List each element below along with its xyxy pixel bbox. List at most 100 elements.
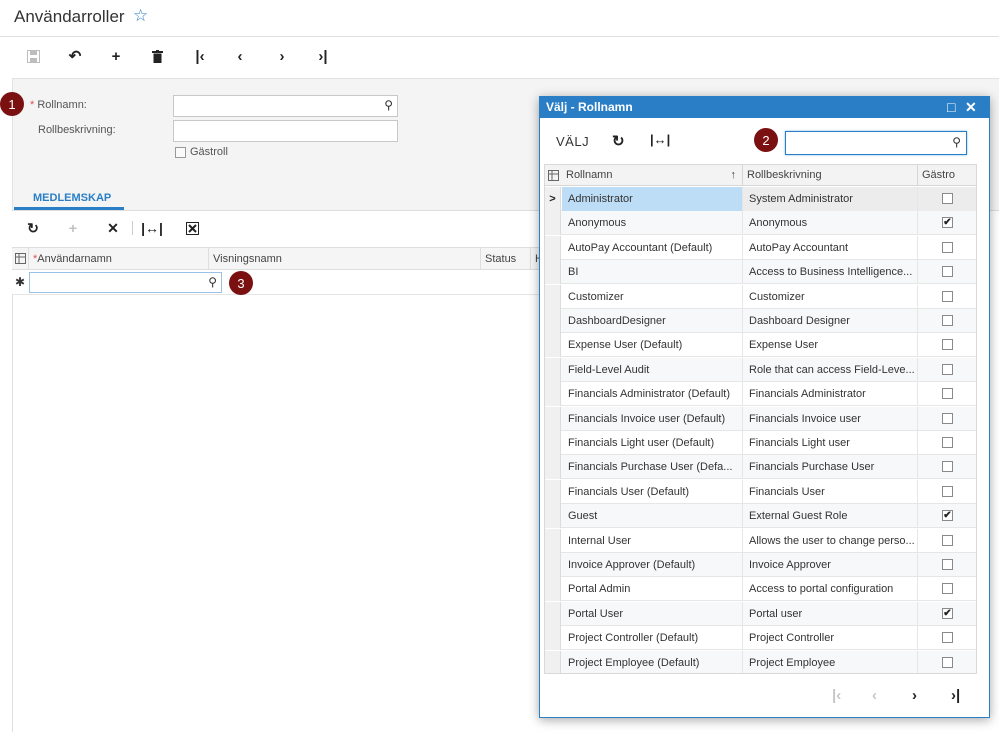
table-row[interactable]: AutoPay Accountant (Default) AutoPay Acco… [545,235,976,260]
fit-columns-icon[interactable]: |↔| [650,132,670,147]
row-selector[interactable] [545,650,561,673]
column-display-name[interactable]: Visningsnamn [208,248,480,270]
row-selector[interactable] [545,479,561,504]
guest-checkbox[interactable] [942,485,953,497]
last-page-icon[interactable]: ›| [311,45,335,67]
column-settings-icon[interactable] [548,170,559,184]
table-row[interactable]: Internal User Allows the user to change p… [545,528,976,553]
table-row[interactable]: Customizer Customizer [545,284,976,309]
role-name-cell[interactable]: Field-Level Audit [562,358,742,382]
guest-checkbox[interactable] [942,437,953,448]
add-row-icon[interactable]: + [62,218,84,238]
table-row[interactable]: Portal User Portal user ✔ [545,601,976,626]
dialog-titlebar[interactable]: Välj - Rollnamn □ ✕ [540,97,989,118]
row-selector[interactable] [545,235,561,260]
guest-checkbox[interactable] [942,632,953,644]
row-selector[interactable] [545,382,561,407]
close-icon[interactable]: ✕ [965,99,977,116]
search-icon[interactable]: ⚲ [952,135,961,149]
table-row[interactable]: Financials Light user (Default) Financial… [545,431,976,455]
row-selector[interactable] [545,333,561,358]
table-row[interactable]: Invoice Approver (Default) Invoice Approv… [545,553,976,577]
table-row[interactable]: Project Controller (Default) Project Cont… [545,626,976,651]
column-username[interactable]: *Användarnamn [28,248,208,270]
search-icon[interactable]: ⚲ [384,98,393,112]
table-row[interactable]: Financials Invoice user (Default) Financi… [545,406,976,431]
role-name-cell[interactable]: Internal User [562,529,742,553]
guest-checkbox[interactable] [942,290,953,302]
next-page-icon[interactable]: › [912,687,917,704]
role-name-cell[interactable]: Customizer [562,285,742,309]
role-name-cell[interactable]: Invoice Approver (Default) [562,553,742,577]
delete-icon[interactable] [145,45,169,67]
row-selector[interactable] [545,284,561,309]
guest-checkbox[interactable] [942,412,953,424]
role-name-cell[interactable]: BI [562,260,742,284]
table-row[interactable]: Financials Purchase User (Defa... Financi… [545,455,976,480]
role-name-cell[interactable]: Guest [562,504,742,528]
table-row[interactable]: Portal Admin Access to portal configurati… [545,577,976,602]
role-name-cell[interactable]: Anonymous [562,211,742,235]
table-row[interactable]: > Administrator System Administrator [545,187,976,211]
row-selector[interactable] [545,211,561,236]
username-input[interactable]: ⚲ [29,272,222,293]
row-selector[interactable] [545,577,561,602]
role-name-cell[interactable]: Financials Light user (Default) [562,431,742,455]
table-row[interactable]: Anonymous Anonymous ✔ [545,211,976,236]
guest-role-checkbox[interactable] [175,147,186,158]
guest-checkbox[interactable]: ✔ [942,510,953,522]
role-desc-input[interactable] [173,120,398,142]
column-role-name[interactable]: Rollnamn ↑ [562,165,742,186]
role-name-cell[interactable]: Project Controller (Default) [562,626,742,650]
search-icon[interactable]: ⚲ [208,275,217,289]
row-selector[interactable] [545,455,561,480]
table-row[interactable]: Financials Administrator (Default) Financ… [545,382,976,407]
role-name-cell[interactable]: Administrator [562,187,742,211]
row-selector[interactable] [545,553,561,577]
role-name-cell[interactable]: Portal Admin [562,577,742,601]
guest-checkbox[interactable] [942,241,953,253]
row-selector[interactable] [545,357,561,382]
role-name-input[interactable]: ⚲ [173,95,398,117]
role-name-cell[interactable]: Financials User (Default) [562,480,742,504]
export-excel-icon[interactable] [181,218,203,238]
guest-checkbox[interactable] [942,388,953,400]
guest-checkbox[interactable] [942,266,953,278]
guest-checkbox[interactable] [942,363,953,375]
guest-checkbox[interactable]: ✔ [942,607,953,619]
row-selector[interactable] [545,528,561,553]
fit-columns-icon[interactable]: |↔| [141,218,163,238]
refresh-icon[interactable]: ↻ [612,132,625,150]
save-icon[interactable] [21,45,45,67]
column-guest[interactable]: Gästro [917,165,976,186]
table-row[interactable]: BI Access to Business Intelligence... [545,260,976,285]
last-page-icon[interactable]: ›| [951,687,960,704]
role-name-cell[interactable]: Financials Administrator (Default) [562,382,742,406]
prev-page-icon[interactable]: ‹ [228,45,252,67]
next-page-icon[interactable]: › [270,45,294,67]
column-settings-icon[interactable] [15,253,26,267]
guest-checkbox[interactable] [942,583,953,595]
maximize-icon[interactable]: □ [947,99,955,115]
column-role-desc[interactable]: Rollbeskrivning [742,165,917,186]
guest-checkbox[interactable] [942,315,953,326]
guest-checkbox[interactable] [942,461,953,473]
first-page-icon[interactable]: |‹ [188,45,212,67]
delete-row-icon[interactable]: ✕ [102,218,124,238]
first-page-icon[interactable]: |‹ [832,687,841,704]
role-name-cell[interactable]: Expense User (Default) [562,333,742,357]
table-row[interactable]: Field-Level Audit Role that can access Fi… [545,357,976,382]
row-selector[interactable] [545,626,561,651]
table-row[interactable]: Project Employee (Default) Project Employ… [545,650,976,673]
role-name-cell[interactable]: Portal User [562,602,742,626]
row-selector[interactable] [545,601,561,626]
select-button[interactable]: VÄLJ [556,134,589,149]
column-status[interactable]: Status [480,248,530,270]
dialog-search-input[interactable]: ⚲ [785,131,967,155]
row-selector[interactable] [545,260,561,285]
table-row[interactable]: Expense User (Default) Expense User [545,333,976,358]
guest-checkbox[interactable] [942,339,953,351]
role-name-cell[interactable]: Financials Purchase User (Defa... [562,455,742,479]
guest-checkbox[interactable] [942,193,953,204]
table-row[interactable]: Guest External Guest Role ✔ [545,504,976,529]
